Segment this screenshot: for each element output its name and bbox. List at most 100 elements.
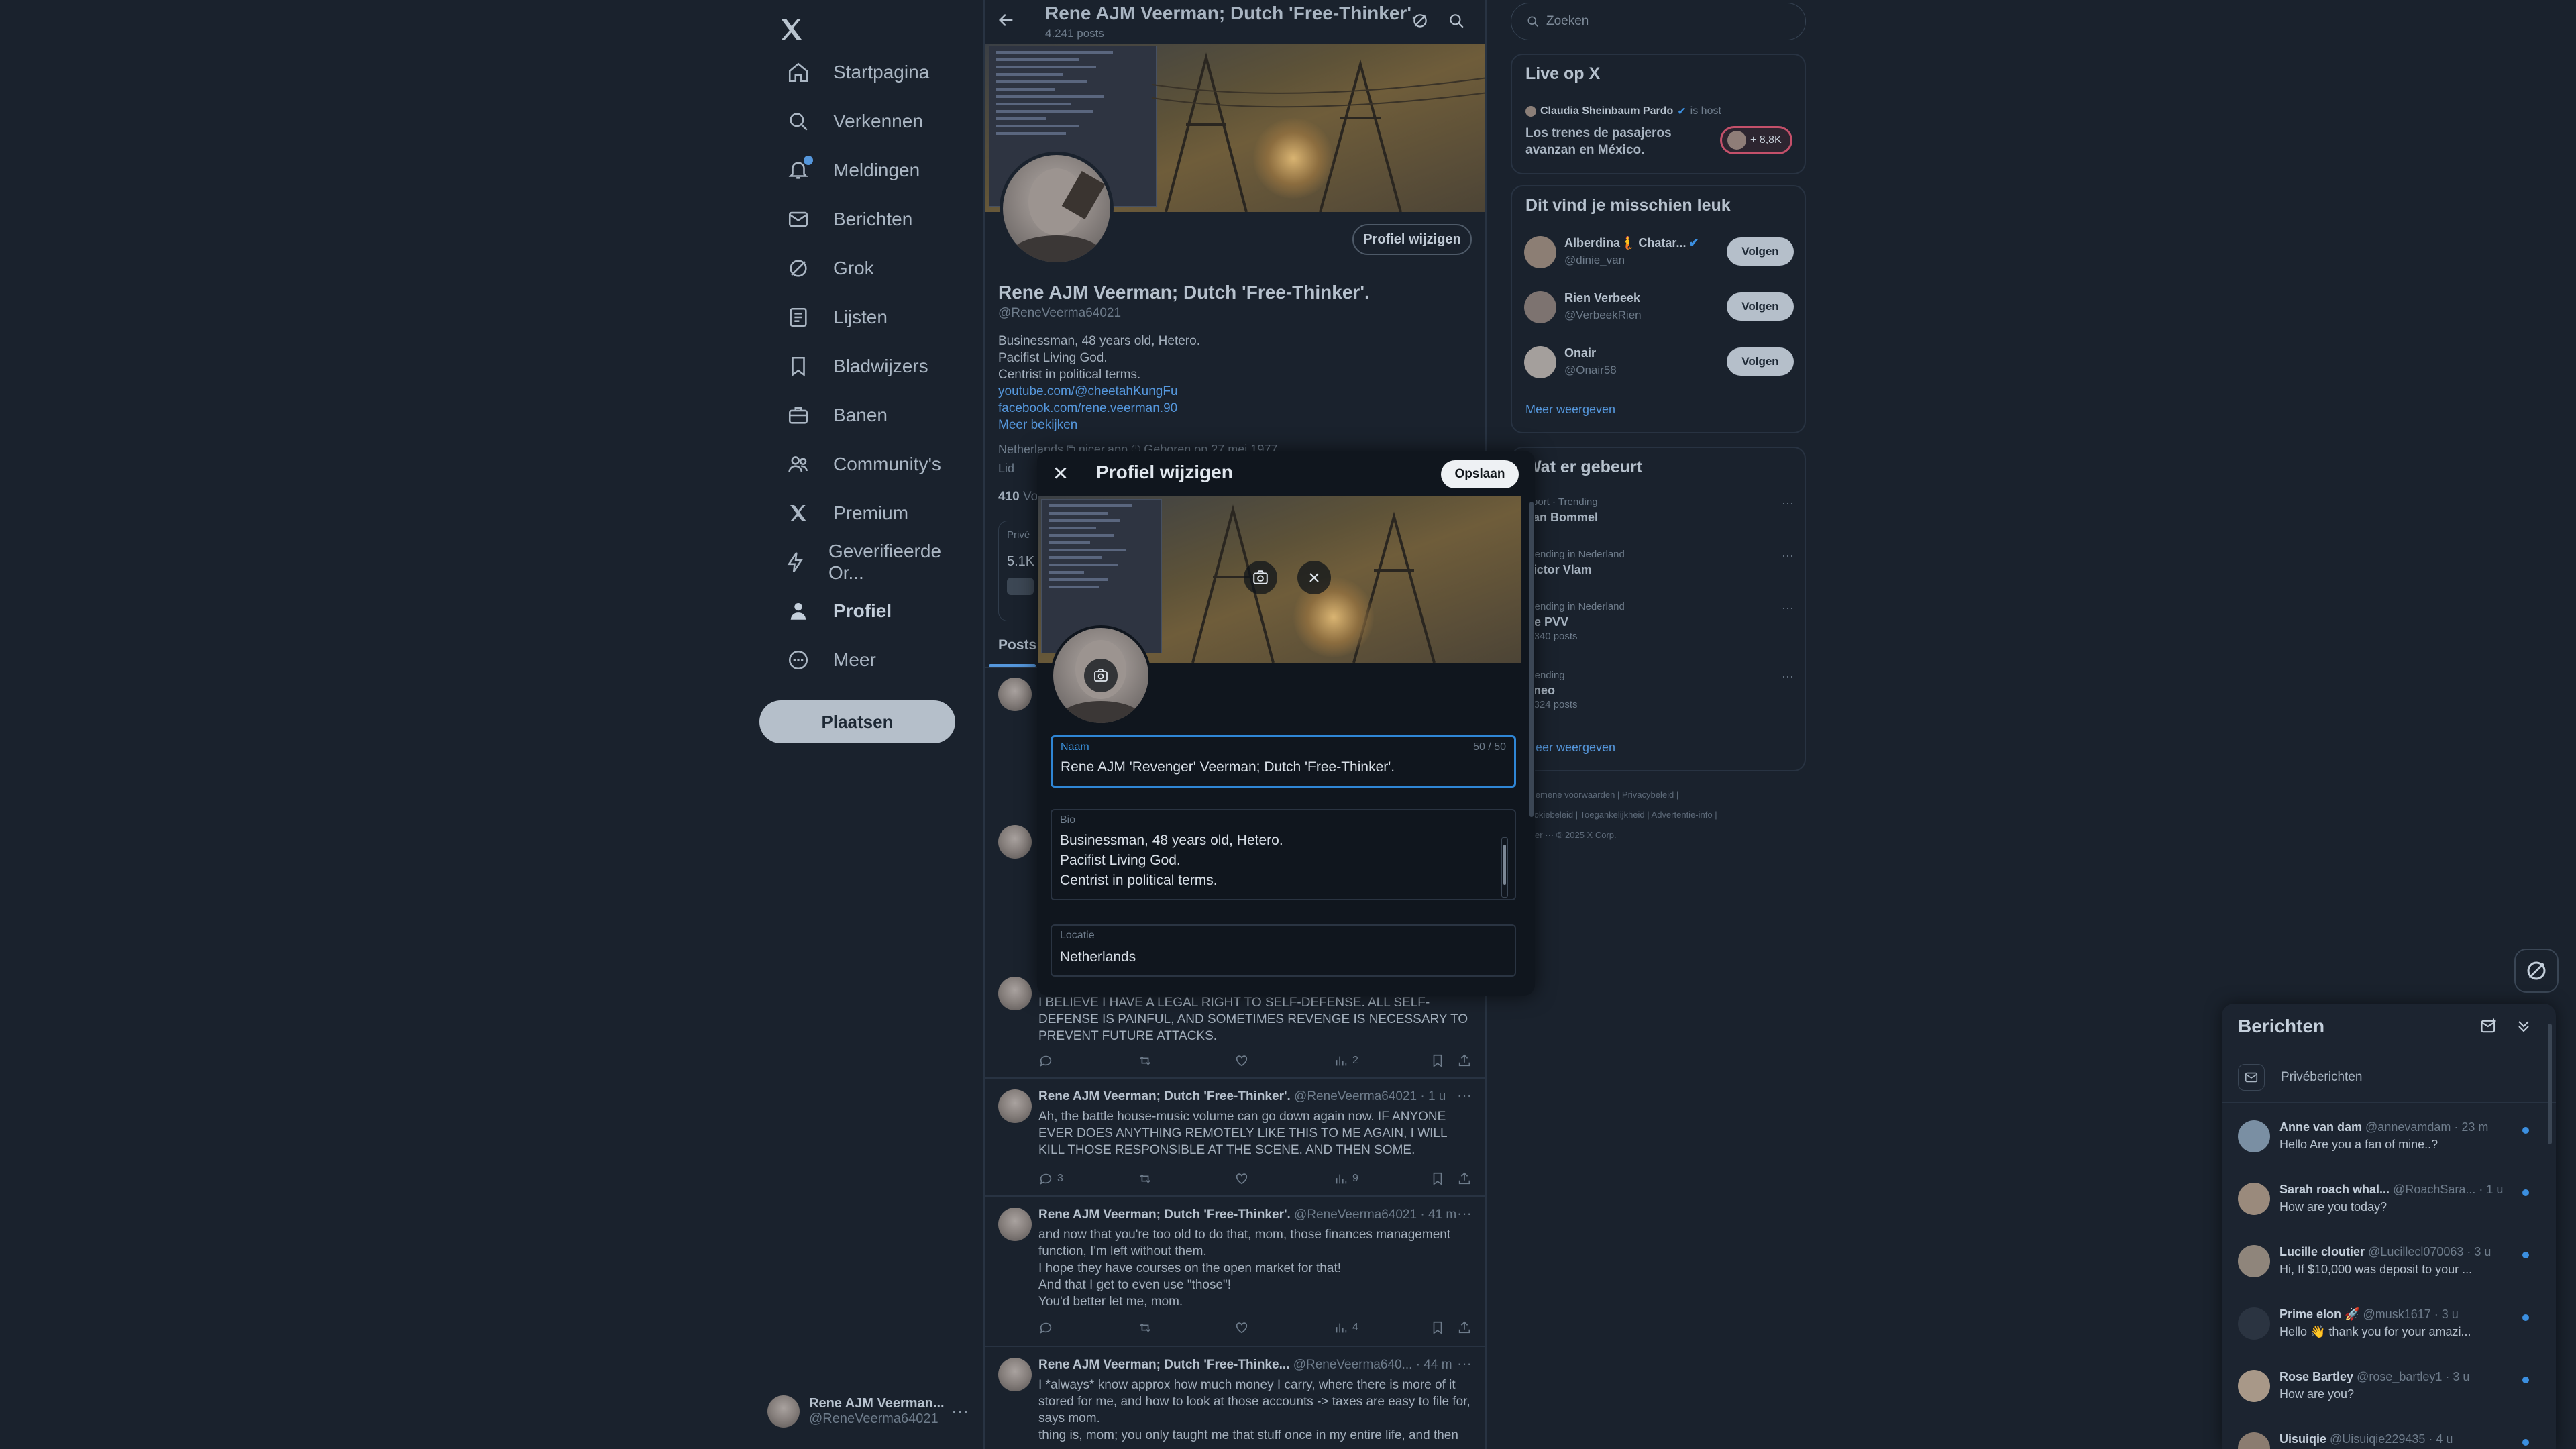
views-icon[interactable]: 9 <box>1334 1171 1358 1186</box>
share-icon[interactable] <box>1457 1053 1476 1068</box>
more-icon[interactable]: ··· <box>951 1401 969 1421</box>
collapse-chevron-icon[interactable] <box>2514 1017 2533 1036</box>
trend-item[interactable]: Trending in Nederland De PVV 1.340 posts… <box>1525 601 1801 648</box>
new-message-icon[interactable] <box>2479 1017 2498 1036</box>
location-input-value[interactable]: Netherlands <box>1060 947 1489 967</box>
tab-posts[interactable]: Posts <box>998 637 1036 653</box>
avatar[interactable] <box>998 1089 1032 1123</box>
avatar-editor[interactable] <box>1051 625 1151 726</box>
live-listeners-badge[interactable]: + 8,8K <box>1720 126 1792 154</box>
sidebar-item-bookmarks[interactable]: Bladwijzers <box>766 343 942 389</box>
grok-icon[interactable] <box>1411 12 1429 30</box>
footer-line[interactable]: Cookiebeleid | Toegankelijkheid | Advert… <box>1523 805 1805 825</box>
follow-counts[interactable]: 410 Vo <box>998 490 1038 504</box>
repost-icon[interactable] <box>1138 1053 1157 1068</box>
save-button[interactable]: Opslaan <box>1441 460 1519 488</box>
more-icon[interactable]: ··· <box>1782 669 1794 684</box>
trend-item[interactable]: Trending Sneo 1.324 posts ··· <box>1525 669 1801 716</box>
sidebar-item-home[interactable]: Startpagina <box>766 50 943 95</box>
bookmark-icon[interactable] <box>1430 1053 1449 1068</box>
views-icon[interactable]: 4 <box>1334 1320 1358 1335</box>
avatar[interactable] <box>998 1208 1032 1241</box>
footer-line[interactable]: Meer ··· © 2025 X Corp. <box>1523 825 1805 845</box>
show-more-link[interactable]: Meer weergeven <box>1525 402 1615 417</box>
more-icon[interactable]: ··· <box>1782 496 1794 511</box>
bio-scrollbar[interactable] <box>1501 837 1508 898</box>
sidebar-item-messages[interactable]: Berichten <box>766 197 926 242</box>
follow-button[interactable]: Volgen <box>1727 292 1794 321</box>
host-name[interactable]: Claudia Sheinbaum Pardo <box>1540 105 1673 117</box>
reply-icon[interactable] <box>1038 1053 1057 1068</box>
sidebar-item-profile[interactable]: Profiel <box>766 588 905 634</box>
show-more-link[interactable]: Meer weergeven <box>1525 741 1615 755</box>
live-text[interactable]: Los trenes de pasajeros avanzan en Méxic… <box>1525 125 1713 158</box>
dialog-scrollbar[interactable] <box>1529 502 1534 817</box>
follow-button[interactable]: Volgen <box>1727 347 1794 376</box>
trend-item[interactable]: Trending in Nederland Victor Vlam ··· <box>1525 549 1801 596</box>
more-icon[interactable]: ··· <box>1782 549 1794 563</box>
repost-icon[interactable] <box>1138 1320 1157 1335</box>
account-switcher[interactable]: Rene AJM Veerman... @ReneVeerma64021 ··· <box>767 1389 969 1434</box>
close-icon[interactable] <box>1051 463 1071 483</box>
tweet[interactable]: Rene AJM Veerman; Dutch 'Free-Thinke... … <box>985 1348 1485 1449</box>
views-icon[interactable]: 2 <box>1334 1053 1358 1068</box>
conversation-item[interactable]: Uisuiqie @Uisuiqie229435 · 4 u <box>2222 1416 2556 1449</box>
reply-icon[interactable]: 3 <box>1038 1171 1063 1186</box>
tweet-author[interactable]: Rene AJM Veerman; Dutch 'Free-Thinker'. <box>1038 1208 1291 1222</box>
live-card[interactable]: Live op X Claudia Sheinbaum Pardo ✔ is hos… <box>1511 54 1806 174</box>
conversation-item[interactable]: Rose Bartley @rose_bartley1 · 3 u How are… <box>2222 1354 2556 1415</box>
suggestion-item[interactable]: Alberdina🧜 Chatar... ✔ @dinie_van Volgen <box>1524 232 1799 272</box>
like-icon[interactable] <box>1234 1320 1253 1335</box>
tweet[interactable]: Rene AJM Veerman; Dutch 'Free-Thinker'. … <box>985 1080 1485 1197</box>
footer-line[interactable]: Algemene voorwaarden | Privacybeleid | <box>1523 785 1805 805</box>
repost-icon[interactable] <box>1138 1171 1157 1186</box>
sidebar-item-communities[interactable]: Community's <box>766 441 955 487</box>
avatar[interactable] <box>998 825 1032 859</box>
trend-item[interactable]: Sport · Trending Van Bommel ··· <box>1525 496 1801 543</box>
add-photo-icon[interactable] <box>1244 561 1277 594</box>
avatar[interactable] <box>998 1358 1032 1391</box>
more-icon[interactable]: ··· <box>1457 1087 1472 1104</box>
conversation-item[interactable]: Lucille cloutier @Lucillecl070063 · 3 u H… <box>2222 1229 2556 1291</box>
youtube-link[interactable]: youtube.com/@cheetahKungFu <box>998 383 1468 400</box>
suggestion-item[interactable]: Onair @Onair58 Volgen <box>1524 342 1799 382</box>
like-icon[interactable] <box>1234 1053 1253 1068</box>
bio-field[interactable]: Bio Businessman, 48 years old, Hetero. P… <box>1051 809 1516 900</box>
drawer-title[interactable]: Berichten <box>2238 1016 2324 1037</box>
more-icon[interactable]: ··· <box>1457 1355 1472 1373</box>
sidebar-item-jobs[interactable]: Banen <box>766 392 901 438</box>
conversation-item[interactable]: Sarah roach whal... @RoachSara... · 1 uH… <box>2222 1167 2556 1228</box>
facebook-link[interactable]: facebook.com/rene.veerman.90 <box>998 400 1468 417</box>
name-field[interactable]: Naam 50 / 50 Rene AJM 'Revenger' Veerman… <box>1051 735 1516 788</box>
bio-textarea-value[interactable]: Businessman, 48 years old, Hetero. Pacif… <box>1060 830 1489 891</box>
more-icon[interactable]: ··· <box>1782 601 1794 615</box>
sidebar-item-verified-orgs[interactable]: Geverifieerde Or... <box>766 539 973 585</box>
see-more-link[interactable]: Meer bekijken <box>998 417 1468 433</box>
sidebar-item-premium[interactable]: Premium <box>766 490 922 536</box>
conversation-item[interactable]: Anne van dam @annevamdam · 23 m Hello Are… <box>2222 1104 2556 1166</box>
tweet[interactable]: Rene AJM Veerman; Dutch 'Free-Thinker'. … <box>985 1198 1485 1347</box>
tweet[interactable]: I BELIEVE I HAVE A LEGAL RIGHT TO SELF-D… <box>985 986 1485 1079</box>
grok-floating-button[interactable] <box>2514 949 2559 993</box>
back-arrow-icon[interactable] <box>997 11 1016 30</box>
profile-avatar[interactable] <box>1000 152 1114 266</box>
like-icon[interactable] <box>1234 1171 1253 1186</box>
location-field[interactable]: Locatie Netherlands <box>1051 924 1516 977</box>
sidebar-item-grok[interactable]: Grok <box>766 246 888 291</box>
bookmark-icon[interactable] <box>1430 1320 1449 1335</box>
post-button[interactable]: Plaatsen <box>759 700 955 743</box>
search-icon[interactable] <box>1448 12 1465 30</box>
share-icon[interactable] <box>1457 1320 1476 1335</box>
sidebar-item-notifications[interactable]: Meldingen <box>766 148 933 193</box>
name-input-value[interactable]: Rene AJM 'Revenger' Veerman; Dutch 'Free… <box>1061 757 1490 777</box>
avatar[interactable] <box>998 678 1032 711</box>
share-icon[interactable] <box>1457 1171 1476 1186</box>
sidebar-item-explore[interactable]: Verkennen <box>766 99 936 144</box>
more-icon[interactable]: ··· <box>1457 1205 1472 1222</box>
search-input[interactable]: Zoeken <box>1511 3 1806 40</box>
sidebar-item-lists[interactable]: Lijsten <box>766 294 901 340</box>
tweet-author[interactable]: Rene AJM Veerman; Dutch 'Free-Thinke... <box>1038 1358 1289 1372</box>
tweet-author[interactable]: Rene AJM Veerman; Dutch 'Free-Thinker'. <box>1038 1089 1291 1104</box>
follow-button[interactable]: Volgen <box>1727 237 1794 266</box>
reply-icon[interactable] <box>1038 1320 1057 1335</box>
